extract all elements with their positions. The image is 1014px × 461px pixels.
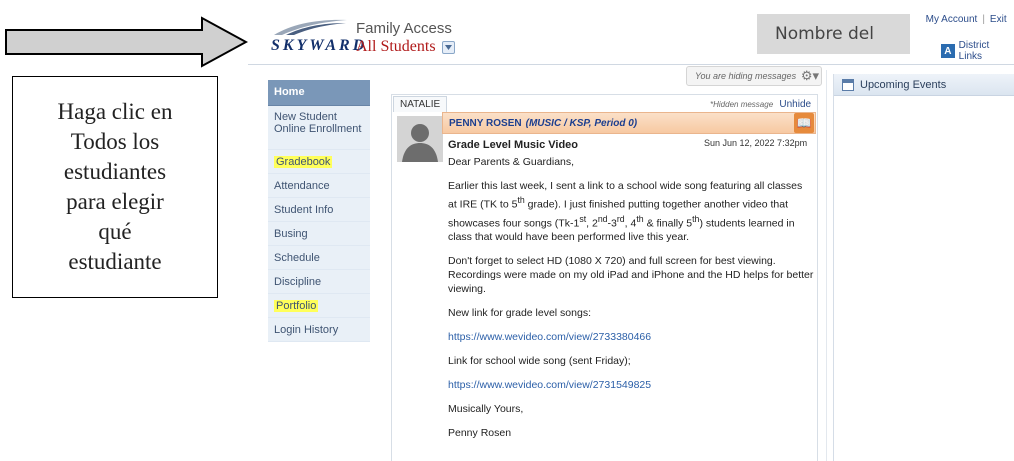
gear-icon[interactable]: ⚙▾ <box>798 66 822 86</box>
logo-text: SKYWARD <box>271 37 368 54</box>
exit-link[interactable]: Exit <box>990 14 1007 25</box>
sidebar-item-home[interactable]: Home <box>268 80 370 106</box>
message-body: Dear Parents & Guardians, Earlier this l… <box>448 155 814 440</box>
sender-class: (MUSIC / KSP, Period 0) <box>525 117 638 129</box>
column-divider <box>826 70 827 461</box>
sidebar-nav: Home New Student Online Enrollment Grade… <box>268 80 370 342</box>
top-links: | My Account | Exit <box>904 14 1007 25</box>
annotation-arrow <box>5 16 248 68</box>
line: Earlier this last week, I sent a link to… <box>448 180 803 192</box>
chevron-down-icon[interactable] <box>441 40 455 54</box>
name-redaction-overlay: Nombre del <box>757 14 910 54</box>
my-account-link[interactable]: My Account <box>926 14 978 25</box>
sidebar-item-student-info[interactable]: Student Info <box>268 198 370 222</box>
sup: th <box>517 195 525 205</box>
calendar-icon <box>842 78 854 91</box>
sidebar-item-portfolio[interactable]: Portfolio <box>268 294 370 318</box>
instruction-callout: Haga clic en Todos los estudiantes para … <box>12 76 218 298</box>
message-header: PENNY ROSEN (MUSIC / KSP, Period 0) <box>442 112 816 134</box>
sidebar-item-discipline[interactable]: Discipline <box>268 270 370 294</box>
message-subject: Grade Level Music Video <box>448 139 579 151</box>
district-links-label: District Links <box>958 40 990 62</box>
video-link-grade-level[interactable]: https://www.wevideo.com/view/2733380466 <box>448 331 651 343</box>
callout-line: Haga clic en <box>57 99 173 124</box>
sidebar-item-schedule[interactable]: Schedule <box>268 246 370 270</box>
text: , 4 <box>624 217 637 229</box>
sidebar-item-label: Portfolio <box>274 300 319 312</box>
text: at IRE (TK to 5 <box>448 198 518 211</box>
sup: th <box>636 213 644 224</box>
callout-line: para elegir <box>66 189 164 214</box>
paragraph-2: Don't forget to select HD (1080 X 720) a… <box>448 255 814 295</box>
text: showcases four songs (Tk-1 <box>448 217 580 229</box>
link1-label: New link for grade level songs: <box>448 307 591 319</box>
hidden-message-label: *Hidden message <box>710 100 774 109</box>
video-link-school-wide[interactable]: https://www.wevideo.com/view/2731549825 <box>448 379 651 391</box>
greeting: Dear Parents & Guardians, <box>448 156 575 168</box>
student-selector-label: All Students <box>356 38 436 55</box>
callout-line: estudiantes <box>63 159 167 184</box>
message-timestamp: Sun Jun 12, 2022 7:32pm <box>704 138 808 148</box>
sender-name: PENNY ROSEN <box>449 117 522 129</box>
sidebar-item-gradebook[interactable]: Gradebook <box>268 150 370 174</box>
closing: Musically Yours, <box>448 403 524 415</box>
tab-student[interactable]: NATALIE <box>393 96 448 112</box>
district-links-button[interactable]: A District Links <box>941 40 1014 62</box>
callout-line: estudiante <box>68 249 162 274</box>
upcoming-events-title: Upcoming Events <box>860 78 947 91</box>
upcoming-events-header[interactable]: Upcoming Events <box>834 74 1014 96</box>
sidebar-item-busing[interactable]: Busing <box>268 222 370 246</box>
sup: nd <box>597 213 608 224</box>
avatar <box>397 116 443 162</box>
person-icon <box>397 116 443 162</box>
line: class that would have been performed liv… <box>448 231 690 243</box>
upcoming-events-panel: Upcoming Events <box>833 74 1014 461</box>
paragraph-1: Earlier this last week, I sent a link to… <box>448 179 814 244</box>
skyward-logo: SKYWARD <box>268 18 364 58</box>
link1-row: https://www.wevideo.com/view/2733380466 <box>448 330 814 344</box>
link2-label: Link for school wide song (sent Friday); <box>448 355 631 367</box>
callout-line: Todos los <box>70 129 160 154</box>
text: grade). I just finished putting together… <box>524 198 789 211</box>
unhide-link[interactable]: Unhide <box>779 99 811 110</box>
district-icon: A <box>941 44 955 58</box>
sidebar-item-attendance[interactable]: Attendance <box>268 174 370 198</box>
hidden-message-note: *Hidden message Unhide <box>710 99 811 110</box>
text: -3 <box>607 217 617 229</box>
header-divider <box>248 64 1014 65</box>
sidebar-item-login-history[interactable]: Login History <box>268 318 370 342</box>
app-title: Family Access <box>356 20 452 37</box>
text: , 2 <box>586 217 598 229</box>
text: ) students learned in <box>699 217 795 229</box>
sup: rd <box>616 213 625 224</box>
sidebar-item-label: Gradebook <box>274 156 333 168</box>
logo-swoosh-icon <box>274 19 347 35</box>
sidebar-item-new-student-online-enrollment[interactable]: New Student Online Enrollment <box>268 106 370 150</box>
book-icon[interactable]: 📖 <box>794 113 814 133</box>
text: & finally 5 <box>643 217 693 229</box>
callout-line: qué <box>98 219 132 244</box>
signature: Penny Rosen <box>448 427 512 439</box>
link2-row: https://www.wevideo.com/view/2731549825 <box>448 378 814 392</box>
divider: | <box>982 14 985 25</box>
all-students-selector[interactable]: All Students <box>356 38 455 56</box>
